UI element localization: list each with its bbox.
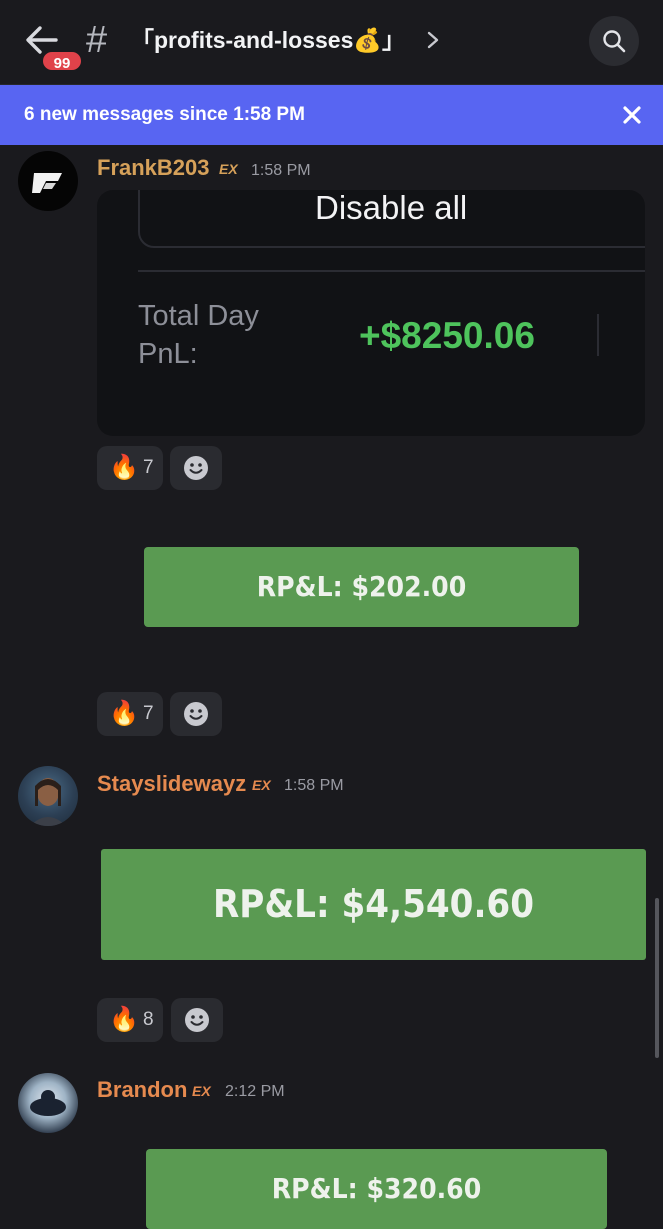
divider — [597, 314, 599, 356]
avatar-person-icon — [30, 778, 66, 826]
add-reaction-button[interactable] — [170, 692, 222, 736]
svg-text:EX: EX — [192, 1084, 212, 1098]
ex-tag-icon: EX — [252, 777, 278, 793]
smiley-icon — [184, 702, 208, 726]
avatar-figure-icon — [30, 1090, 66, 1116]
unread-badge: 99 — [40, 49, 84, 73]
channel-name[interactable]: 「profits-and-losses💰」 — [131, 22, 405, 58]
pnl-value: +$8250.06 — [359, 315, 535, 356]
avatar-logo-icon — [32, 173, 62, 193]
fire-icon: 🔥 — [109, 700, 139, 727]
smiley-icon — [184, 456, 208, 480]
chevron-right-icon[interactable] — [426, 30, 440, 50]
pnl-card-image[interactable]: RP&L: $202.00 — [144, 547, 579, 627]
fire-reaction[interactable]: 🔥 8 — [97, 998, 163, 1042]
fire-reaction[interactable]: 🔥 7 — [97, 446, 163, 490]
author-name[interactable]: FrankB203 — [97, 154, 210, 182]
scrollbar[interactable] — [655, 898, 659, 1058]
smiley-icon — [185, 1008, 209, 1032]
svg-text:EX: EX — [219, 162, 239, 176]
pnl-card-image[interactable]: RP&L: $4,540.60 — [101, 849, 646, 960]
author-name[interactable]: Brandon — [97, 1076, 187, 1104]
image-attachment[interactable]: Disable all Total Day PnL: +$8250.06 — [97, 190, 645, 436]
svg-text:EX: EX — [252, 778, 272, 792]
close-icon[interactable] — [620, 103, 644, 127]
timestamp: 1:58 PM — [284, 777, 344, 794]
fire-icon: 🔥 — [109, 1006, 139, 1033]
add-reaction-button[interactable] — [171, 998, 223, 1042]
add-reaction-button[interactable] — [170, 446, 222, 490]
author-name[interactable]: Stayslidewayz — [97, 770, 246, 798]
avatar[interactable] — [18, 1073, 78, 1133]
search-button[interactable] — [589, 16, 639, 66]
disable-all-label: Disable all — [315, 190, 468, 226]
search-icon — [603, 30, 626, 53]
reaction-count: 7 — [143, 703, 154, 724]
pnl-card-image[interactable]: RP&L: $320.60 — [146, 1149, 607, 1229]
fire-icon: 🔥 — [109, 454, 139, 481]
avatar[interactable] — [18, 766, 78, 826]
reaction-count: 7 — [143, 457, 154, 478]
avatar[interactable] — [18, 151, 78, 211]
ex-tag-icon: EX — [219, 161, 245, 177]
reaction-count: 8 — [143, 1009, 154, 1030]
timestamp: 1:58 PM — [251, 162, 311, 179]
ex-tag-icon: EX — [192, 1083, 218, 1099]
pnl-label-line2: PnL: — [138, 338, 198, 370]
divider — [138, 270, 645, 272]
timestamp: 2:12 PM — [225, 1083, 285, 1100]
new-messages-text: 6 new messages since 1:58 PM — [24, 104, 305, 125]
pnl-label-line1: Total Day — [138, 300, 259, 332]
channel-hash-icon: # — [86, 19, 108, 61]
fire-reaction[interactable]: 🔥 7 — [97, 692, 163, 736]
